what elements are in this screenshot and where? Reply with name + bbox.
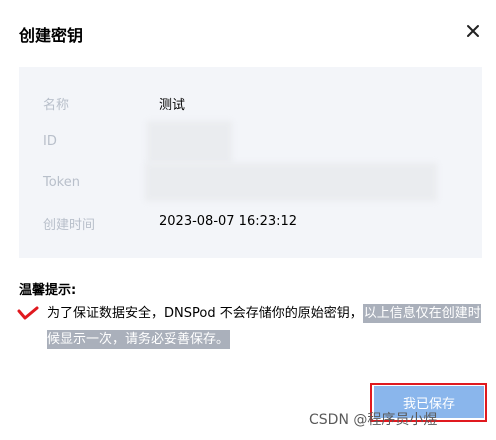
close-icon-graphic (467, 25, 479, 37)
created-time-label: 创建时间 (43, 218, 96, 233)
create-key-dialog: 创建密钥 名称 测试 ID Token 创建时间 2023-08-07 16:2… (0, 0, 496, 440)
watermark: CSDN @程序员小煜 (309, 412, 438, 428)
tip-title: 温馨提示: (19, 283, 77, 298)
token-redacted-blur (145, 163, 437, 201)
id-label: ID (43, 134, 57, 149)
tip-message: 为了保证数据安全，DNSPod 不会存储你的原始密钥，以上信息仅在创建时候显示一… (47, 301, 483, 353)
red-check-mark-icon (17, 306, 39, 320)
dialog-title: 创建密钥 (19, 26, 84, 45)
id-redacted-blur (147, 121, 232, 163)
name-label: 名称 (43, 98, 70, 113)
created-time-value: 2023-08-07 16:23:12 (159, 214, 298, 229)
token-label: Token (43, 175, 80, 190)
close-icon[interactable] (464, 22, 482, 40)
name-value: 测试 (159, 98, 186, 113)
tip-message-plain: 为了保证数据安全，DNSPod 不会存储你的原始密钥， (47, 306, 363, 321)
